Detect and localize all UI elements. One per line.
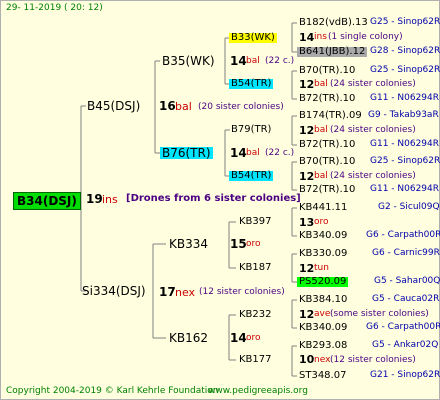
gen2-nexus: oro — [246, 239, 261, 249]
dam-sisters: (12 sister colonies) — [199, 287, 285, 297]
gen4-code: G11 - N06294R — [370, 139, 440, 149]
gen2-queen: KB334 — [169, 237, 209, 251]
gen3-queen: B54(TR) — [229, 78, 274, 89]
sire-sisters: (20 sister colonies) — [198, 102, 284, 112]
sire-count: 16 — [159, 99, 176, 113]
gen4-queen: PS520.09 — [297, 276, 349, 287]
gen2-queen: B35(WK) — [162, 54, 215, 68]
gen3-queen: KB177 — [239, 354, 272, 365]
root-nexus: ins — [102, 193, 118, 206]
gen4-queen: B72(TR).10 — [299, 184, 356, 195]
gen3-queen: KB232 — [239, 309, 272, 320]
gen3-sisters: (1 single colony) — [328, 32, 403, 42]
gen4-code: G5 - Cauca02R — [372, 294, 440, 304]
gen2-count: 14 — [230, 331, 247, 345]
sire-queen: B45(DSJ) — [87, 99, 141, 113]
root-drones-note: [Drones from 6 sister colonies] — [126, 193, 301, 204]
gen3-count: 12 — [299, 262, 315, 275]
gen3-sisters: (some sister colonies) — [330, 309, 429, 319]
gen3-queen: KB397 — [239, 216, 272, 227]
copyright-notice: Copyright 2004-2019 © Karl Kehrle Founda… — [6, 386, 219, 396]
gen4-code: G5 - Sahar00Q — [374, 276, 440, 286]
gen4-code: G2 - Sicul09Q — [378, 202, 440, 212]
gen3-count: 10 — [299, 353, 315, 366]
gen3-count: 12 — [299, 78, 315, 91]
gen4-queen: KB340.09 — [299, 230, 348, 241]
gen4-code: G25 - Sinop62R — [370, 156, 440, 166]
gen3-sisters: (24 sister colonies) — [330, 125, 416, 135]
gen4-code: G6 - Carpath00R — [366, 322, 440, 332]
gen4-queen: KB293.08 — [299, 340, 348, 351]
gen4-code: G21 - Sinop62R — [370, 370, 440, 380]
gen4-queen: KB340.09 — [299, 322, 348, 333]
gen3-count: 13 — [299, 216, 315, 229]
gen4-queen: B174(TR).09 — [299, 110, 362, 121]
gen4-code: G6 - Carnic99R — [372, 248, 440, 258]
gen3-nexus: tun — [314, 263, 329, 273]
generation-date: 29- 11-2019 ( 20: 12) — [6, 3, 103, 13]
gen3-sisters: (24 sister colonies) — [330, 79, 416, 89]
gen3-nexus: bal — [314, 125, 328, 135]
gen4-code: G11 - N06294R — [370, 184, 440, 194]
gen4-queen: KB384.10 — [299, 294, 348, 305]
gen4-queen: B641(JBB).12 — [297, 46, 368, 57]
gen4-code: G6 - Carpath00R — [366, 230, 440, 240]
gen4-queen: ST348.07 — [299, 370, 347, 381]
gen3-queen: B33(WK) — [229, 32, 277, 43]
gen4-queen: B70(TR).10 — [299, 65, 356, 76]
gen2-sisters: (22 c.) — [265, 56, 295, 66]
gen3-sisters: (12 sister colonies) — [330, 355, 416, 365]
gen4-code: G28 - Sinop62R — [370, 46, 440, 56]
gen2-count: 14 — [230, 146, 247, 160]
gen4-code: G11 - N06294R — [370, 93, 440, 103]
gen2-nexus: oro — [246, 333, 261, 343]
gen4-queen: B72(TR).10 — [299, 139, 356, 150]
gen2-sisters: (22 c.) — [265, 148, 295, 158]
gen2-nexus: bal — [246, 56, 260, 66]
gen3-count: 14 — [299, 31, 315, 44]
gen2-queen: KB162 — [169, 331, 209, 345]
gen3-nexus: ave — [314, 309, 331, 319]
dam-nexus: nex — [175, 286, 196, 299]
gen2-queen: B76(TR) — [160, 146, 213, 160]
gen4-queen: B70(TR).10 — [299, 156, 356, 167]
gen4-queen: KB330.09 — [299, 248, 348, 259]
gen4-code: G9 - Takab93aR — [368, 110, 439, 120]
gen3-nexus: bal — [314, 79, 328, 89]
sire-nexus: bal — [175, 100, 192, 113]
gen3-queen: B54(TR) — [229, 170, 274, 181]
gen3-nexus: bal — [314, 171, 328, 181]
gen4-code: G5 - Ankar02Q — [372, 340, 439, 350]
gen4-queen: B72(TR).10 — [299, 93, 356, 104]
gen4-queen: B182(vdB).13 — [299, 17, 368, 28]
root-count: 19 — [86, 192, 103, 206]
dam-queen: Si334(DSJ) — [82, 284, 146, 298]
gen3-queen: KB187 — [239, 262, 272, 273]
gen3-count: 12 — [299, 124, 315, 137]
gen3-nexus: ins — [314, 32, 327, 42]
gen2-nexus: bal — [246, 148, 260, 158]
gen4-code: G25 - Sinop62R — [370, 65, 440, 75]
gen2-count: 14 — [230, 54, 247, 68]
root-queen: B34(DSJ) — [13, 192, 81, 210]
gen3-queen: B79(TR) — [231, 124, 272, 135]
gen3-nexus: oro — [314, 217, 329, 227]
gen3-count: 12 — [299, 170, 315, 183]
gen4-queen: KB441.11 — [299, 202, 348, 213]
gen3-sisters: (24 sister colonies) — [330, 171, 416, 181]
website-link[interactable]: www.pedigreeapis.org — [208, 387, 308, 396]
gen2-count: 15 — [230, 237, 247, 251]
gen4-code: G25 - Sinop62R — [370, 17, 440, 27]
dam-count: 17 — [159, 285, 176, 299]
gen3-count: 12 — [299, 308, 315, 321]
gen3-nexus: nex — [314, 355, 331, 365]
